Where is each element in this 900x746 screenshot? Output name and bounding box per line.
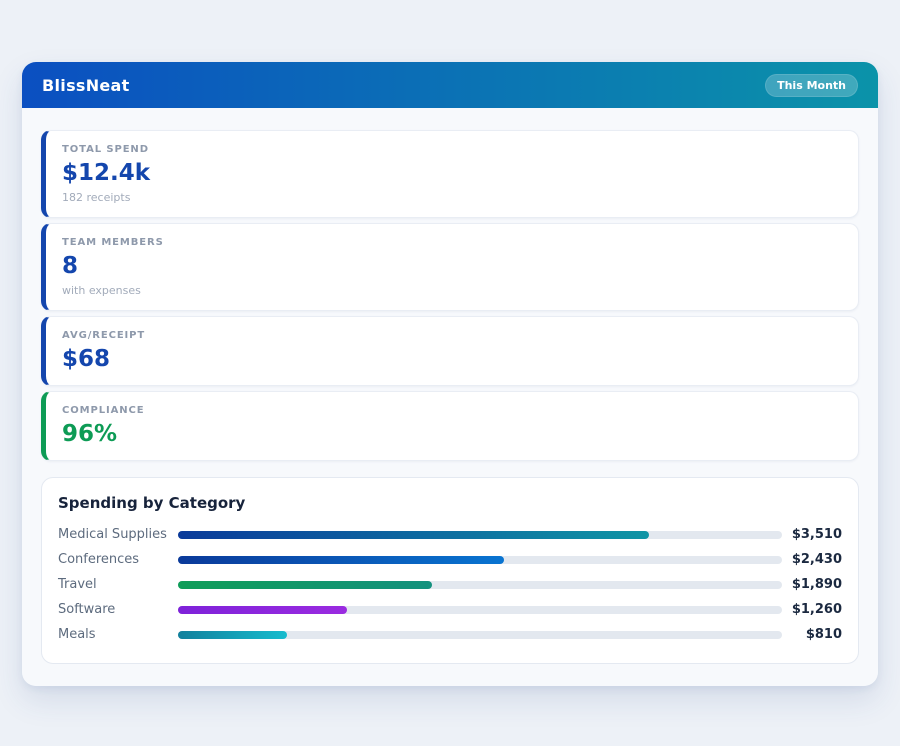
dashboard-body: TOTAL SPEND $12.4k 182 receipts TEAM MEMBER… xyxy=(22,108,878,686)
chart-title: Spending by Category xyxy=(58,494,842,513)
bar-fill xyxy=(178,556,504,564)
bar-track xyxy=(178,631,782,639)
stat-subtitle: 182 receipts xyxy=(62,191,842,205)
app-header: BlissNeat This Month xyxy=(22,62,878,108)
stat-value: $68 xyxy=(62,346,842,373)
category-label: Software xyxy=(58,602,178,617)
chart-row: Software $1,260 xyxy=(58,597,842,622)
bar-track xyxy=(178,581,782,589)
bar-fill xyxy=(178,606,347,614)
stat-subtitle: with expenses xyxy=(62,284,842,298)
category-value: $1,260 xyxy=(782,602,842,617)
bar-track xyxy=(178,606,782,614)
stats-list: TOTAL SPEND $12.4k 182 receipts TEAM MEMBER… xyxy=(41,130,859,461)
stat-value: 96% xyxy=(62,421,842,448)
stat-value: 8 xyxy=(62,253,842,280)
stat-card: AVG/RECEIPT $68 xyxy=(41,316,859,386)
stat-card: TOTAL SPEND $12.4k 182 receipts xyxy=(41,130,859,218)
bar-fill xyxy=(178,631,287,639)
category-value: $2,430 xyxy=(782,552,842,567)
category-label: Travel xyxy=(58,577,178,592)
category-value: $3,510 xyxy=(782,527,842,542)
bar-fill xyxy=(178,581,432,589)
period-badge[interactable]: This Month xyxy=(765,74,858,97)
category-value: $810 xyxy=(782,627,842,642)
bar-track xyxy=(178,531,782,539)
expense-dashboard-card: BlissNeat This Month TOTAL SPEND $12.4k 18… xyxy=(22,62,878,686)
stat-label: COMPLIANCE xyxy=(62,405,842,416)
stat-card: TEAM MEMBERS 8 with expenses xyxy=(41,223,859,311)
spending-by-category-panel: Spending by Category Medical Supplies $3,… xyxy=(41,477,859,664)
category-label: Medical Supplies xyxy=(58,527,178,542)
stat-card: COMPLIANCE 96% xyxy=(41,391,859,461)
stat-value: $12.4k xyxy=(62,160,842,187)
stat-label: TEAM MEMBERS xyxy=(62,237,842,248)
category-label: Conferences xyxy=(58,552,178,567)
chart-row: Travel $1,890 xyxy=(58,572,842,597)
stat-label: TOTAL SPEND xyxy=(62,144,842,155)
bar-track xyxy=(178,556,782,564)
chart-row: Medical Supplies $3,510 xyxy=(58,522,842,547)
category-value: $1,890 xyxy=(782,577,842,592)
app-title: BlissNeat xyxy=(42,76,130,95)
bar-fill xyxy=(178,531,649,539)
chart-row: Meals $810 xyxy=(58,622,842,647)
chart-row: Conferences $2,430 xyxy=(58,547,842,572)
category-label: Meals xyxy=(58,627,178,642)
chart-rows: Medical Supplies $3,510 Conferences $2,430 T… xyxy=(58,522,842,647)
stat-label: AVG/RECEIPT xyxy=(62,330,842,341)
